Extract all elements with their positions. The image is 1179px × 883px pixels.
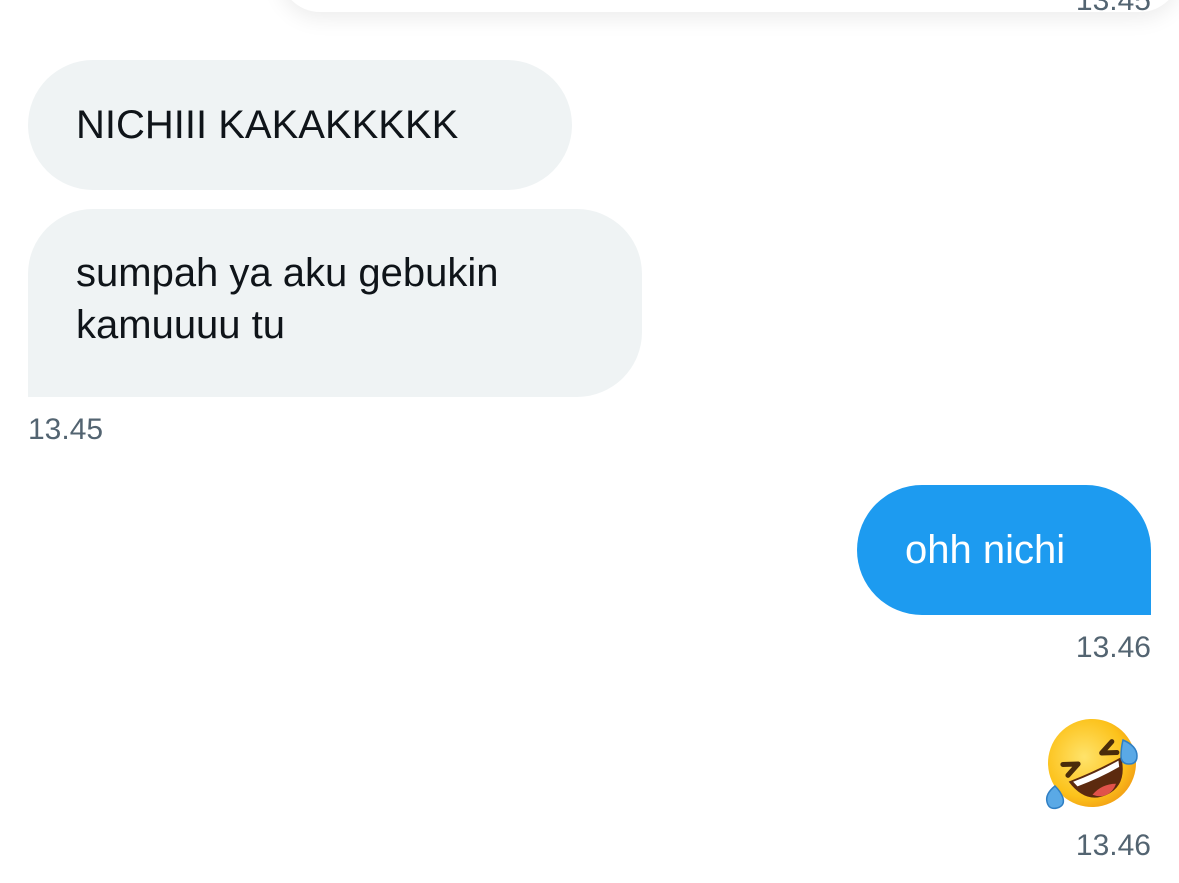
timestamp-outgoing-1: 13.46 — [1075, 631, 1151, 664]
timestamp-outgoing-2: 13.46 — [1075, 829, 1151, 862]
message-text-line-2: kamuuuu tu — [76, 303, 286, 347]
outgoing-message-1[interactable]: ohh nichi — [857, 485, 1151, 615]
previous-message-edge — [280, 0, 1179, 12]
message-text: NICHIII KAKAKKKKK — [76, 103, 459, 147]
rolling-on-the-floor-laughing-icon[interactable] — [1041, 712, 1143, 814]
message-text: ohh nichi — [905, 528, 1066, 572]
timestamp-top: 13.45 — [1075, 0, 1151, 17]
incoming-message-1[interactable]: NICHIII KAKAKKKKK — [28, 60, 572, 190]
conversation-view: 13.45 NICHIII KAKAKKKKK sumpah ya aku ge… — [0, 0, 1179, 883]
incoming-message-2[interactable]: sumpah ya aku gebukin kamuuuu tu — [28, 209, 642, 397]
timestamp-incoming: 13.45 — [28, 413, 104, 446]
message-text-line-1: sumpah ya aku gebukin — [76, 251, 499, 295]
